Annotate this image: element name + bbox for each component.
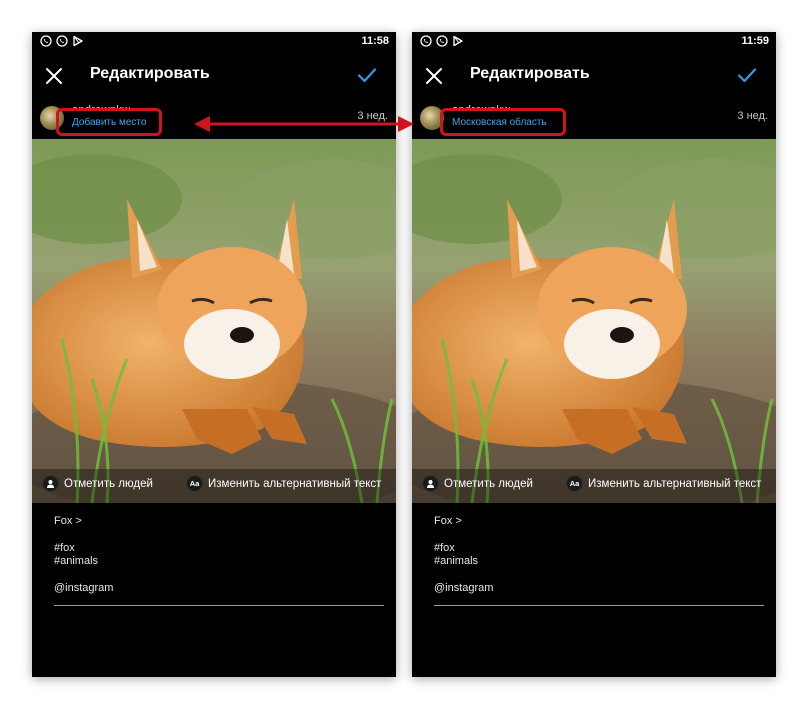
- caption-field[interactable]: Fox > #fox #animals @instagram: [54, 515, 384, 595]
- phone-screen-after: 11:59 Редактировать andrewpkw Московская…: [412, 32, 776, 677]
- caption-underline: [54, 605, 384, 606]
- caption-line: @instagram: [434, 582, 494, 594]
- caption-line: #fox: [54, 542, 75, 554]
- caption-line: #animals: [54, 555, 99, 567]
- play-store-icon: [73, 35, 83, 47]
- viber-icon: [420, 35, 432, 47]
- post-header: andrewpkw Московская область 3 нед.: [412, 102, 776, 138]
- location-link[interactable]: Московская область: [452, 117, 547, 128]
- caption-field[interactable]: Fox > #fox #animals @instagram: [434, 515, 764, 595]
- edit-alt-text-button[interactable]: Aa Изменить альтернативный текст: [566, 475, 761, 492]
- post-age: 3 нед.: [357, 110, 388, 122]
- add-location-link[interactable]: Добавить место: [72, 117, 146, 128]
- post-header: andrewpkw Добавить место 3 нед.: [32, 102, 396, 138]
- photo-actions: Отметить людей Aa Изменить альтернативны…: [412, 469, 776, 499]
- post-photo: [32, 139, 396, 503]
- post-age: 3 нед.: [737, 110, 768, 122]
- tag-people-button[interactable]: Отметить людей: [422, 475, 533, 492]
- checkmark-icon[interactable]: [736, 64, 758, 86]
- checkmark-icon[interactable]: [356, 64, 378, 86]
- close-icon[interactable]: [424, 66, 444, 86]
- caption-line: Fox >: [54, 515, 82, 527]
- person-icon: [42, 475, 59, 492]
- tag-people-label: Отметить людей: [444, 477, 533, 490]
- status-bar: 11:59: [412, 32, 776, 52]
- edit-alt-text-button[interactable]: Aa Изменить альтернативный текст: [186, 475, 381, 492]
- phone-screen-before: 11:58 Редактировать andrewpkw Добавить м…: [32, 32, 396, 677]
- viber-icon: [40, 35, 52, 47]
- notification-icons: [420, 35, 464, 47]
- photo-actions: Отметить людей Aa Изменить альтернативны…: [32, 469, 396, 499]
- tag-people-label: Отметить людей: [64, 477, 153, 490]
- phone-call-icon: [436, 35, 448, 47]
- caption-line: #animals: [434, 555, 479, 567]
- app-bar: Редактировать: [412, 60, 776, 92]
- avatar[interactable]: [40, 106, 64, 130]
- alt-text-icon: Aa: [186, 475, 203, 492]
- page-title: Редактировать: [470, 65, 590, 82]
- alt-text-label: Изменить альтернативный текст: [588, 477, 762, 490]
- close-icon[interactable]: [44, 66, 64, 86]
- notification-icons: [40, 35, 84, 47]
- tag-people-button[interactable]: Отметить людей: [42, 475, 153, 492]
- username[interactable]: andrewpkw: [72, 103, 130, 111]
- phone-call-icon: [56, 35, 68, 47]
- caption-line: Fox >: [434, 515, 462, 527]
- person-icon: [422, 475, 439, 492]
- avatar[interactable]: [420, 106, 444, 130]
- status-bar: 11:58: [32, 32, 396, 52]
- clock: 11:58: [361, 35, 389, 47]
- username[interactable]: andrewpkw: [452, 103, 510, 111]
- page-title: Редактировать: [90, 65, 210, 82]
- clock: 11:59: [741, 35, 769, 47]
- caption-underline: [434, 605, 764, 606]
- app-bar: Редактировать: [32, 60, 396, 92]
- alt-text-icon: Aa: [566, 475, 583, 492]
- alt-text-label: Изменить альтернативный текст: [208, 477, 382, 490]
- caption-line: #fox: [434, 542, 455, 554]
- post-photo: [412, 139, 776, 503]
- caption-line: @instagram: [54, 582, 114, 594]
- play-store-icon: [453, 35, 463, 47]
